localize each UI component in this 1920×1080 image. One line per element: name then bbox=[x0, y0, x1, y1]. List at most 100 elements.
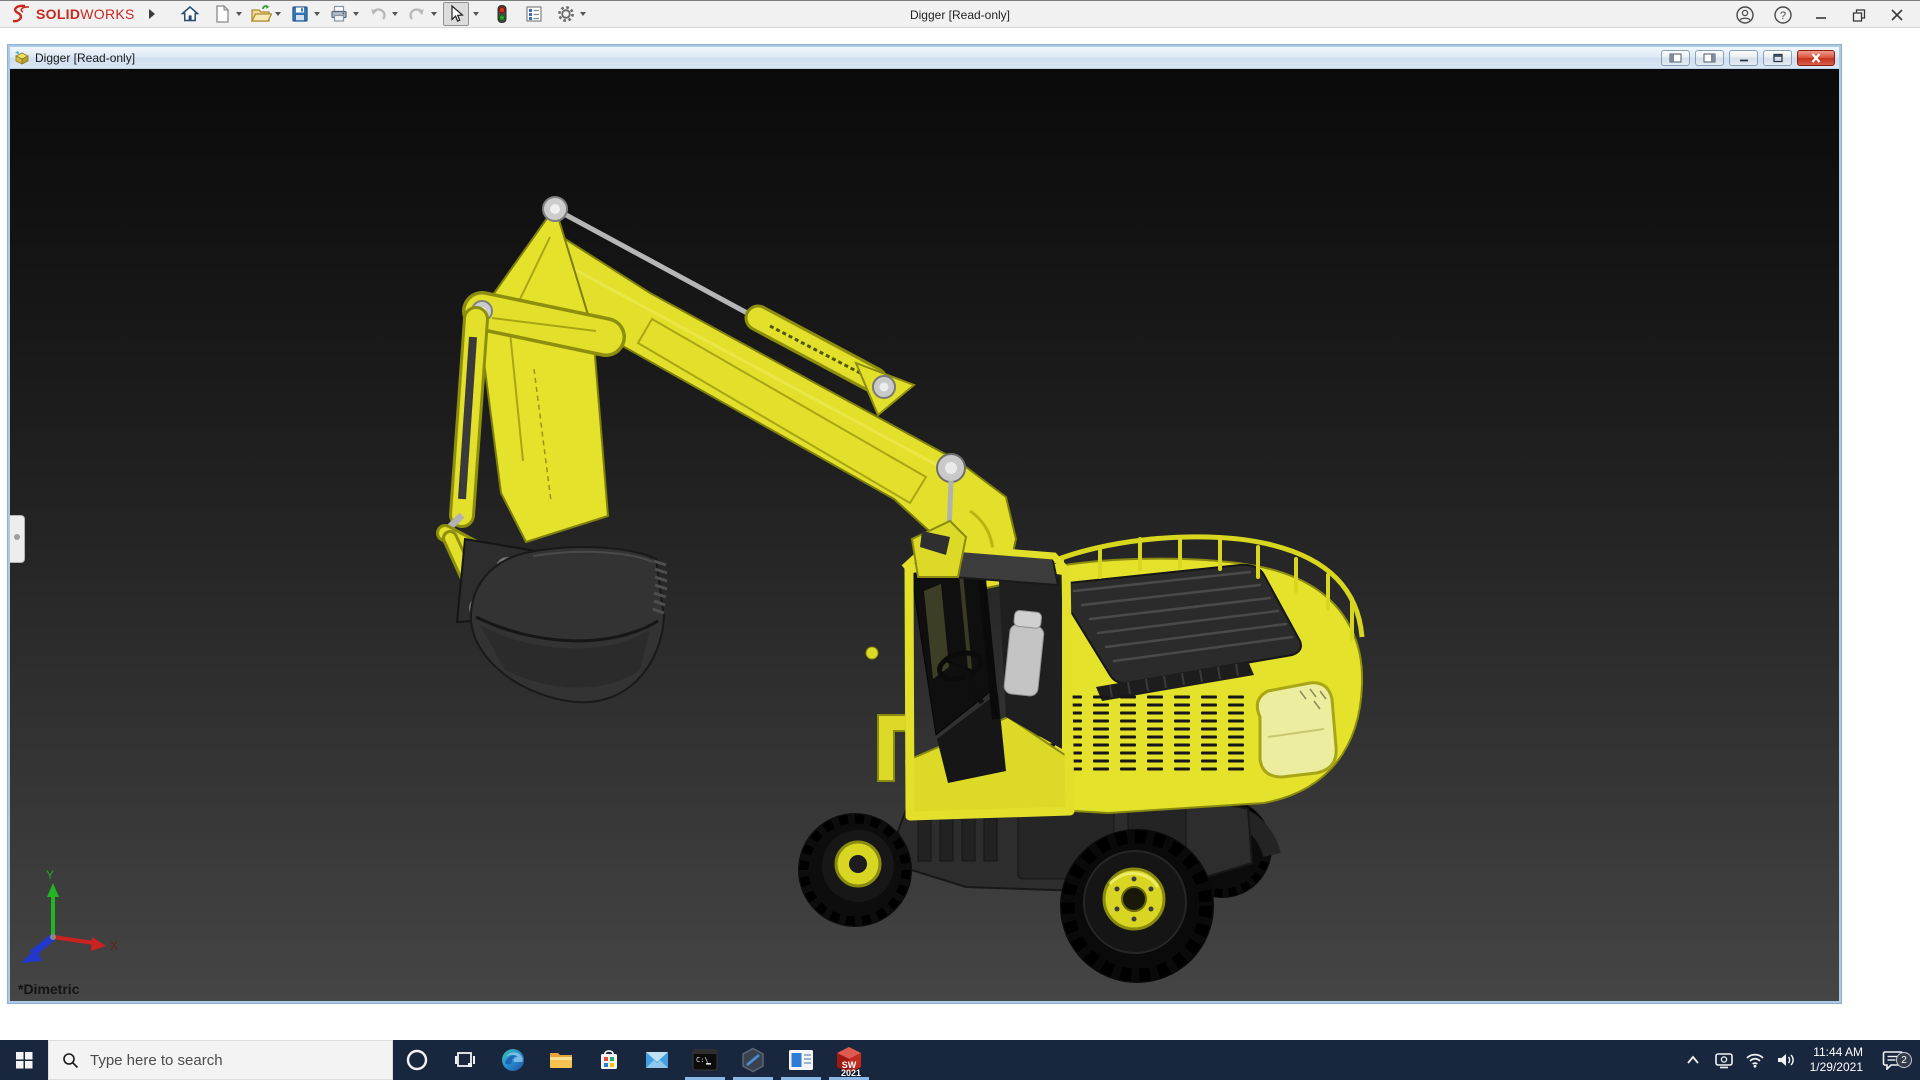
store-icon bbox=[601, 1050, 617, 1069]
open-button[interactable] bbox=[248, 2, 274, 26]
view-orientation-label: *Dimetric bbox=[18, 981, 80, 997]
select-tool-dropdown[interactable] bbox=[469, 2, 483, 26]
tray-clock[interactable]: 11:44 AM 1/29/2021 bbox=[1810, 1045, 1863, 1075]
new-document-button[interactable] bbox=[209, 2, 235, 26]
user-account-button[interactable] bbox=[1732, 3, 1758, 27]
pane-right-icon bbox=[1703, 53, 1716, 62]
boom-pin-cap bbox=[945, 462, 957, 474]
print-dropdown[interactable] bbox=[352, 12, 359, 16]
close-button[interactable] bbox=[1884, 3, 1910, 27]
chevron-up-icon bbox=[1686, 1055, 1699, 1064]
display-icon bbox=[1714, 1053, 1733, 1069]
taskbar-icon-file-explorer[interactable] bbox=[537, 1040, 585, 1080]
taskbar-icon-system-window[interactable] bbox=[777, 1040, 825, 1080]
edge-icon bbox=[502, 1049, 524, 1071]
options-dropdown[interactable] bbox=[579, 12, 586, 16]
windows-logo-icon bbox=[15, 1051, 32, 1068]
main-toolbar bbox=[177, 2, 592, 26]
taskbar-icon-task-view[interactable] bbox=[441, 1040, 489, 1080]
taskbar-icon-cortana[interactable] bbox=[393, 1040, 441, 1080]
search-input[interactable] bbox=[90, 1051, 360, 1069]
open-dropdown[interactable] bbox=[274, 12, 281, 16]
doc-close-button[interactable] bbox=[1797, 49, 1835, 66]
user-icon bbox=[1736, 6, 1754, 24]
home-button[interactable] bbox=[177, 2, 203, 26]
minimize-button[interactable] bbox=[1808, 3, 1834, 27]
triad-x-label: X bbox=[110, 939, 118, 953]
solidworks-logo: SOLIDWORKS bbox=[10, 4, 155, 24]
pane-left-toggle-button[interactable] bbox=[1661, 49, 1690, 66]
taskbar-search[interactable] bbox=[48, 1040, 393, 1080]
menu-expand-arrow-icon[interactable] bbox=[148, 9, 155, 19]
undo-button[interactable] bbox=[365, 2, 391, 26]
pin-cap bbox=[879, 382, 889, 392]
panel-collapse-tab[interactable] bbox=[10, 515, 25, 563]
help-button[interactable]: ? bbox=[1770, 3, 1796, 27]
undo-icon bbox=[370, 8, 386, 20]
wifi-icon bbox=[1746, 1053, 1764, 1068]
tray-volume-button[interactable] bbox=[1775, 1052, 1797, 1068]
search-icon bbox=[63, 1052, 79, 1068]
document-window-controls bbox=[1661, 49, 1835, 66]
solidworks-app-icon: SW 2021 bbox=[834, 1045, 864, 1078]
save-dropdown[interactable] bbox=[313, 12, 320, 16]
svg-text:C:\: C:\ bbox=[696, 1056, 709, 1064]
solidworks-wordmark: SOLIDWORKS bbox=[36, 6, 135, 22]
tray-display-button[interactable] bbox=[1713, 1051, 1735, 1069]
open-icon bbox=[250, 5, 272, 22]
document-title: Digger [Read-only] bbox=[35, 50, 136, 65]
taskbar-icon-edge[interactable] bbox=[489, 1040, 537, 1080]
notification-badge: 2 bbox=[1896, 1052, 1912, 1068]
document-titlebar[interactable]: Digger [Read-only] bbox=[10, 47, 1839, 69]
hexagon-app-icon bbox=[742, 1047, 764, 1073]
task-view-icon bbox=[455, 1052, 475, 1067]
gear-icon bbox=[557, 6, 574, 22]
doc-minimize-button[interactable] bbox=[1729, 49, 1758, 66]
save-button[interactable] bbox=[287, 2, 313, 26]
document-window: Digger [Read-only] Y X *Dimetric bbox=[8, 45, 1841, 1003]
select-tool-button[interactable] bbox=[442, 2, 469, 26]
rebuild-stoplight-icon bbox=[497, 5, 507, 23]
redo-icon bbox=[409, 8, 424, 20]
mail-icon bbox=[646, 1052, 668, 1068]
pane-left-icon bbox=[1669, 53, 1682, 62]
restore-icon bbox=[1852, 9, 1866, 22]
side-louvers bbox=[1048, 693, 1248, 775]
file-properties-button[interactable] bbox=[521, 2, 547, 26]
solidworks-logo-icon bbox=[12, 4, 30, 23]
action-center-button[interactable]: 2 bbox=[1876, 1050, 1912, 1070]
triad-y-label: Y bbox=[46, 868, 54, 882]
doc-close-icon bbox=[1811, 52, 1821, 63]
tray-wifi-button[interactable] bbox=[1744, 1052, 1766, 1068]
new-document-dropdown[interactable] bbox=[235, 12, 242, 16]
taskbar-icon-command-prompt[interactable]: C:\ bbox=[681, 1040, 729, 1080]
taskbar-icon-solidworks[interactable]: SW 2021 bbox=[825, 1040, 873, 1080]
print-button[interactable] bbox=[326, 2, 352, 26]
graphics-area[interactable]: Y X *Dimetric bbox=[10, 69, 1839, 1001]
viewport-3d[interactable]: Y X *Dimetric bbox=[10, 69, 1839, 1001]
select-cursor-icon bbox=[451, 4, 464, 23]
print-icon bbox=[331, 5, 347, 22]
file-explorer-icon bbox=[550, 1053, 572, 1068]
front-left-hub-center bbox=[849, 855, 867, 873]
redo-dropdown[interactable] bbox=[430, 12, 437, 16]
taskbar-icon-store[interactable] bbox=[585, 1040, 633, 1080]
redo-button[interactable] bbox=[404, 2, 430, 26]
undo-dropdown[interactable] bbox=[391, 12, 398, 16]
doc-restore-button[interactable] bbox=[1763, 49, 1792, 66]
tray-time: 11:44 AM bbox=[1813, 1045, 1863, 1059]
minimize-icon bbox=[1816, 17, 1826, 19]
command-prompt-icon: C:\ bbox=[692, 1049, 718, 1071]
taskbar-icon-mail[interactable] bbox=[633, 1040, 681, 1080]
rebuild-button[interactable] bbox=[489, 2, 515, 26]
taskbar-icon-hex-app[interactable] bbox=[729, 1040, 777, 1080]
restore-button[interactable] bbox=[1846, 3, 1872, 27]
start-button[interactable] bbox=[0, 1040, 48, 1080]
options-button[interactable] bbox=[553, 2, 579, 26]
app-titlebar: SOLIDWORKS Digger [Read-only] ? bbox=[0, 0, 1920, 28]
tray-chevron-button[interactable] bbox=[1682, 1055, 1704, 1065]
svg-text:?: ? bbox=[1780, 10, 1786, 22]
taskbar: C:\ SW 2021 bbox=[0, 1040, 1920, 1080]
pane-right-toggle-button[interactable] bbox=[1695, 49, 1724, 66]
tray-date: 1/29/2021 bbox=[1809, 1060, 1863, 1074]
